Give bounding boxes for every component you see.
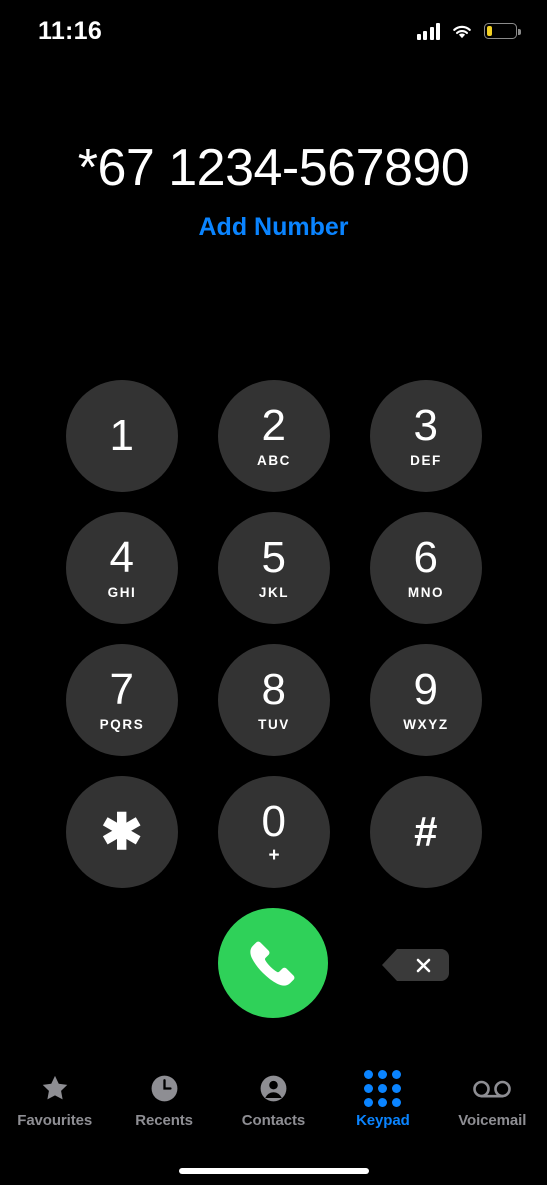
- key-plus-label: +: [268, 844, 280, 866]
- key-letters: WXYZ: [403, 717, 449, 733]
- key-digit: 9: [413, 665, 439, 715]
- key-digit: 3: [413, 401, 439, 451]
- key-3[interactable]: 3 DEF: [370, 380, 482, 492]
- tab-keypad[interactable]: Keypad: [328, 1070, 437, 1129]
- tab-label: Keypad: [356, 1112, 410, 1129]
- voicemail-tape-icon: [472, 1072, 512, 1105]
- keypad-dots-icon: [364, 1070, 402, 1107]
- key-digit: 5: [261, 533, 287, 583]
- tab-recents[interactable]: Recents: [110, 1072, 219, 1129]
- key-letters: GHI: [107, 585, 137, 601]
- key-digit: 7: [109, 665, 135, 715]
- key-4[interactable]: 4 GHI: [66, 512, 178, 624]
- key-9[interactable]: 9 WXYZ: [370, 644, 482, 756]
- tab-label: Contacts: [241, 1112, 306, 1129]
- clock-icon: [149, 1072, 180, 1105]
- key-digit: ✱: [100, 804, 144, 860]
- key-hash[interactable]: #: [370, 776, 482, 888]
- key-letters: ABC: [256, 453, 292, 469]
- key-asterisk[interactable]: ✱: [66, 776, 178, 888]
- key-letters: MNO: [407, 585, 445, 601]
- number-display-area: *67 1234-567890 Add Number: [0, 139, 547, 242]
- key-digit: 2: [261, 401, 287, 451]
- phone-handset-icon: [250, 941, 295, 986]
- key-5[interactable]: 5 JKL: [218, 512, 330, 624]
- status-bar: 11:16: [0, 0, 547, 62]
- status-bar-icons: [416, 22, 521, 40]
- key-letters: PQRS: [99, 717, 145, 733]
- key-digit: 4: [109, 533, 135, 583]
- key-letters: JKL: [258, 585, 290, 601]
- call-action-row: [0, 908, 547, 1020]
- key-digit: 6: [413, 533, 439, 583]
- wifi-icon: [453, 25, 471, 38]
- key-digit: 0: [261, 796, 287, 846]
- delete-backspace-button[interactable]: [382, 949, 449, 981]
- tab-label: Voicemail: [458, 1112, 527, 1129]
- battery-icon: [484, 23, 521, 39]
- tab-favourites[interactable]: Favourites: [0, 1072, 109, 1129]
- key-0[interactable]: 0 +: [218, 776, 330, 888]
- dialed-number-field[interactable]: *67 1234-567890: [0, 139, 547, 197]
- tab-label: Favourites: [17, 1112, 93, 1129]
- tab-contacts[interactable]: Contacts: [219, 1072, 328, 1129]
- close-x-icon: [416, 958, 430, 972]
- tab-voicemail[interactable]: Voicemail: [438, 1072, 547, 1129]
- add-number-button[interactable]: Add Number: [199, 213, 349, 242]
- key-7[interactable]: 7 PQRS: [66, 644, 178, 756]
- key-1[interactable]: 1: [66, 380, 178, 492]
- call-button[interactable]: [218, 908, 328, 1018]
- tab-label: Recents: [135, 1112, 193, 1129]
- dial-keypad: 1 2 ABC 3 DEF 4 GHI 5 JKL 6 MNO 7 PQRS 8…: [66, 380, 482, 888]
- person-circle-icon: [258, 1072, 289, 1105]
- home-indicator[interactable]: [178, 1168, 369, 1174]
- key-8[interactable]: 8 TUV: [218, 644, 330, 756]
- key-6[interactable]: 6 MNO: [370, 512, 482, 624]
- key-letters: DEF: [410, 453, 442, 469]
- key-digit: #: [414, 808, 438, 855]
- key-2[interactable]: 2 ABC: [218, 380, 330, 492]
- phone-app-screen: 11:16 *67 1234-567890 Add Number 1 2 ABC: [0, 0, 547, 1185]
- cellular-signal-icon: [416, 22, 440, 40]
- key-letters: TUV: [258, 717, 290, 733]
- status-bar-time: 11:16: [38, 16, 103, 45]
- tab-bar: Favourites Recents Contacts Keypad Voice…: [0, 1066, 547, 1146]
- key-digit: 8: [261, 665, 287, 715]
- star-icon: [39, 1072, 71, 1105]
- key-digit: 1: [109, 411, 135, 460]
